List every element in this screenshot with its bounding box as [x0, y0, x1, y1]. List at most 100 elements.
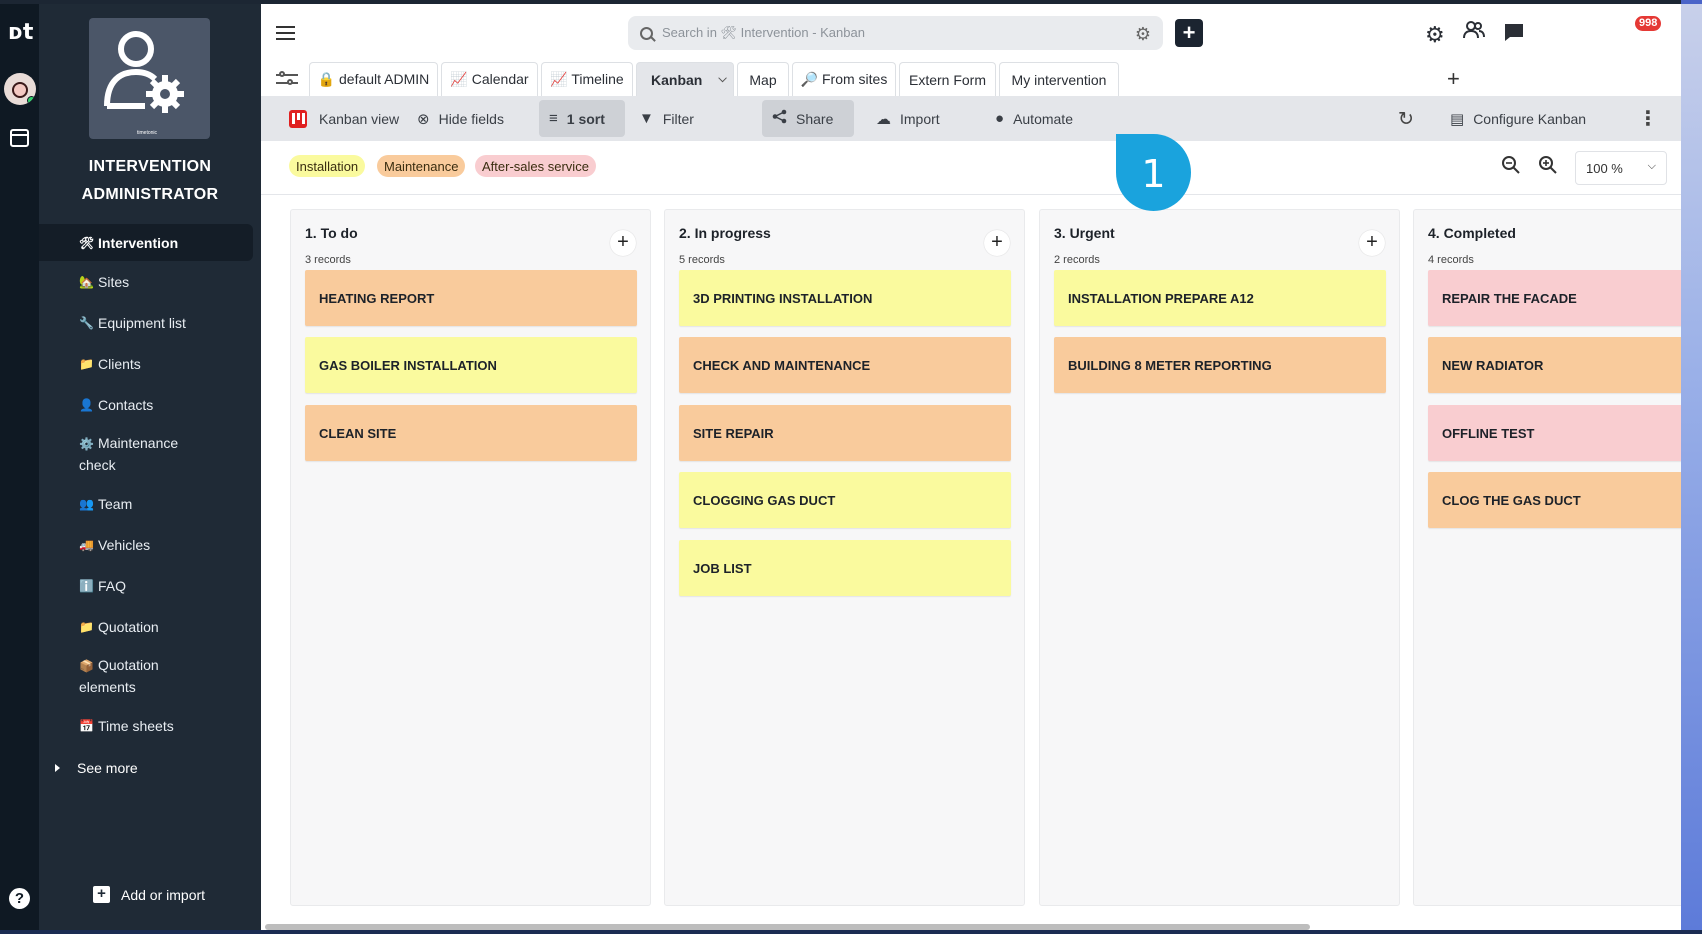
chevron-down-icon[interactable]: ⌵	[718, 73, 726, 86]
tab-calendar[interactable]: 📈 Calendar	[441, 62, 538, 96]
kanban-card[interactable]: CLEAN SITE	[305, 405, 637, 461]
sidebar-item-intervention[interactable]: 🛠 Intervention	[39, 224, 253, 261]
sidebar-item-sites[interactable]: 🏡 Sites	[39, 261, 261, 302]
kanban-card[interactable]: SITE REPAIR	[679, 405, 1011, 461]
zoom-level-select[interactable]: 100 % ⌵	[1575, 151, 1667, 185]
settings-gear-icon[interactable]: ⚙	[1425, 22, 1445, 48]
create-new-button[interactable]: +	[1175, 19, 1203, 47]
kanban-card[interactable]: GAS BOILER INSTALLATION	[305, 337, 637, 393]
views-settings-icon[interactable]	[276, 70, 298, 88]
see-more-toggle[interactable]: See more	[55, 760, 138, 776]
kanban-card[interactable]: REPAIR THE FACADE	[1428, 270, 1681, 326]
chip-maintenance[interactable]: Maintenance	[377, 155, 466, 177]
chip-installation[interactable]: Installation	[289, 155, 366, 177]
import-button[interactable]: ☁ Import	[866, 100, 950, 137]
kanban-card[interactable]: 3D PRINTING INSTALLATION	[679, 270, 1011, 326]
sidebar-item-maintenance-check[interactable]: ⚙️ Maintenance check	[39, 425, 261, 483]
plus-icon: +	[93, 886, 110, 903]
sidebar-item-vehicles[interactable]: 🚚 Vehicles	[39, 524, 261, 565]
kanban-card[interactable]: OFFLINE TEST	[1428, 405, 1681, 461]
horizontal-scrollbar[interactable]	[261, 923, 1681, 930]
sidebar-item-label: Vehicles	[98, 536, 151, 553]
add-card-button[interactable]: +	[984, 230, 1010, 256]
column-record-count: 2 records	[1054, 254, 1100, 266]
kanban-card[interactable]: HEATING REPORT	[305, 270, 637, 326]
tab-kanban[interactable]: Kanban ⌵	[636, 62, 734, 96]
sidebar-item-label-wrap: ⚙️ Maintenance check	[79, 433, 201, 476]
sidebar-item-team[interactable]: 👥 Team	[39, 483, 261, 524]
hamburger-menu-icon[interactable]	[276, 26, 295, 40]
tab-from-sites[interactable]: 🔎 From sites	[792, 62, 896, 96]
kanban-card[interactable]: JOB LIST	[679, 540, 1011, 596]
kanban-card[interactable]: INSTALLATION PREPARE A12	[1054, 270, 1386, 326]
add-or-import-button[interactable]: + Add or import	[93, 886, 205, 903]
kanban-view-button[interactable]: Kanban view	[279, 100, 409, 137]
sidebar-item-contacts[interactable]: 👤 Contacts	[39, 384, 261, 425]
tab-bar: 🔒 default ADMIN 📈 Calendar 📈 Timeline Ka…	[261, 62, 1681, 96]
search-settings-icon[interactable]: ⚙	[1135, 24, 1151, 45]
more-options-icon[interactable]: ⋮	[1638, 106, 1658, 131]
help-icon[interactable]: ?	[9, 888, 30, 909]
add-card-button[interactable]: +	[1359, 230, 1385, 256]
hide-fields-button[interactable]: ⊗ Hide fields	[407, 100, 514, 137]
truck-icon: 🚚	[79, 537, 94, 552]
configure-kanban-label: Configure Kanban	[1473, 110, 1587, 127]
kanban-card[interactable]: NEW RADIATOR	[1428, 337, 1681, 393]
circle-x-icon: ⊗	[417, 110, 430, 128]
gear-icon: ⚙️	[79, 436, 94, 451]
sidebar-item-faq[interactable]: ℹ️ FAQ	[39, 565, 261, 606]
sidebar-item-label: Team	[98, 495, 133, 512]
search-input[interactable]: Search in 🛠 Intervention - Kanban ⚙	[628, 16, 1163, 50]
sidebar-item-label: Time sheets	[98, 717, 174, 734]
configure-kanban-button[interactable]: ▤ Configure Kanban	[1440, 100, 1596, 137]
sort-button[interactable]: ≡ 1 sort	[539, 100, 625, 137]
icon-rail: ᴅt ?	[0, 4, 39, 930]
user-gear-icon	[104, 31, 184, 113]
sidebar-item-label: Intervention	[98, 234, 179, 251]
calendar-icon[interactable]	[10, 129, 29, 147]
automate-button[interactable]: ● Automate	[985, 100, 1083, 137]
toolbar: Kanban view ⊗ Hide fields ≡ 1 sort ▼ Filter…	[261, 96, 1681, 141]
chip-after-sales-service[interactable]: After-sales service	[475, 155, 596, 177]
people-icon: 👥	[79, 496, 94, 511]
add-card-button[interactable]: +	[610, 230, 636, 256]
add-tab-button[interactable]: +	[1447, 66, 1460, 92]
tab-my-intervention[interactable]: My intervention	[999, 62, 1119, 96]
zoom-out-icon[interactable]	[1501, 155, 1520, 180]
sidebar-item-clients[interactable]: 📁 Clients	[39, 343, 261, 384]
sidebar-menu: 🛠 Intervention 🏡 Sites 🔧 Equipment list 📁 Cl…	[39, 224, 261, 746]
users-icon[interactable]	[1463, 20, 1485, 46]
share-icon	[772, 109, 787, 128]
column-title: 4. Completed	[1428, 225, 1516, 241]
bottom-edge	[0, 930, 1702, 934]
kanban-card[interactable]: CLOG THE GAS DUCT	[1428, 472, 1681, 528]
tab-extern-form[interactable]: Extern Form	[899, 62, 996, 96]
timetonic-logo[interactable]: ᴅt	[8, 20, 33, 45]
chat-bubble-icon	[1505, 24, 1523, 41]
kanban-card[interactable]: BUILDING 8 METER REPORTING	[1054, 337, 1386, 393]
sidebar-item-time-sheets[interactable]: 📅 Time sheets	[39, 705, 261, 746]
kanban-card[interactable]: CLOGGING GAS DUCT	[679, 472, 1011, 528]
sidebar-item-quotation[interactable]: 📁 Quotation	[39, 606, 261, 647]
automate-bulb-icon: ●	[995, 110, 1005, 127]
sidebar-item-quotation-elements[interactable]: 📦 Quotation elements	[39, 647, 261, 705]
sidebar-item-label-wrap: 📦 Quotation elements	[79, 655, 201, 698]
tab-timeline[interactable]: 📈 Timeline	[541, 62, 633, 96]
zoom-in-icon[interactable]	[1538, 155, 1557, 180]
sidebar-item-equipment-list[interactable]: 🔧 Equipment list	[39, 302, 261, 343]
box-icon: 📦	[79, 658, 94, 673]
share-button[interactable]: Share	[762, 100, 854, 137]
messages-icon[interactable]	[1504, 22, 1524, 48]
refresh-icon[interactable]: ↻	[1398, 108, 1414, 131]
tab-map[interactable]: Map	[737, 62, 789, 96]
search-placeholder: Search in 🛠 Intervention - Kanban	[662, 25, 865, 40]
filter-button[interactable]: ▼ Filter	[629, 100, 704, 137]
filter-label: Filter	[662, 110, 694, 127]
app-icon[interactable]: timetonic	[89, 18, 210, 139]
tab-kanban-label: Kanban	[651, 71, 703, 88]
person-icon: 👤	[79, 397, 94, 412]
kanban-card[interactable]: CHECK AND MAINTENANCE	[679, 337, 1011, 393]
avatar[interactable]	[4, 73, 36, 105]
cloud-download-icon: ☁	[876, 110, 891, 128]
tab-default-admin[interactable]: 🔒 default ADMIN	[309, 62, 438, 96]
